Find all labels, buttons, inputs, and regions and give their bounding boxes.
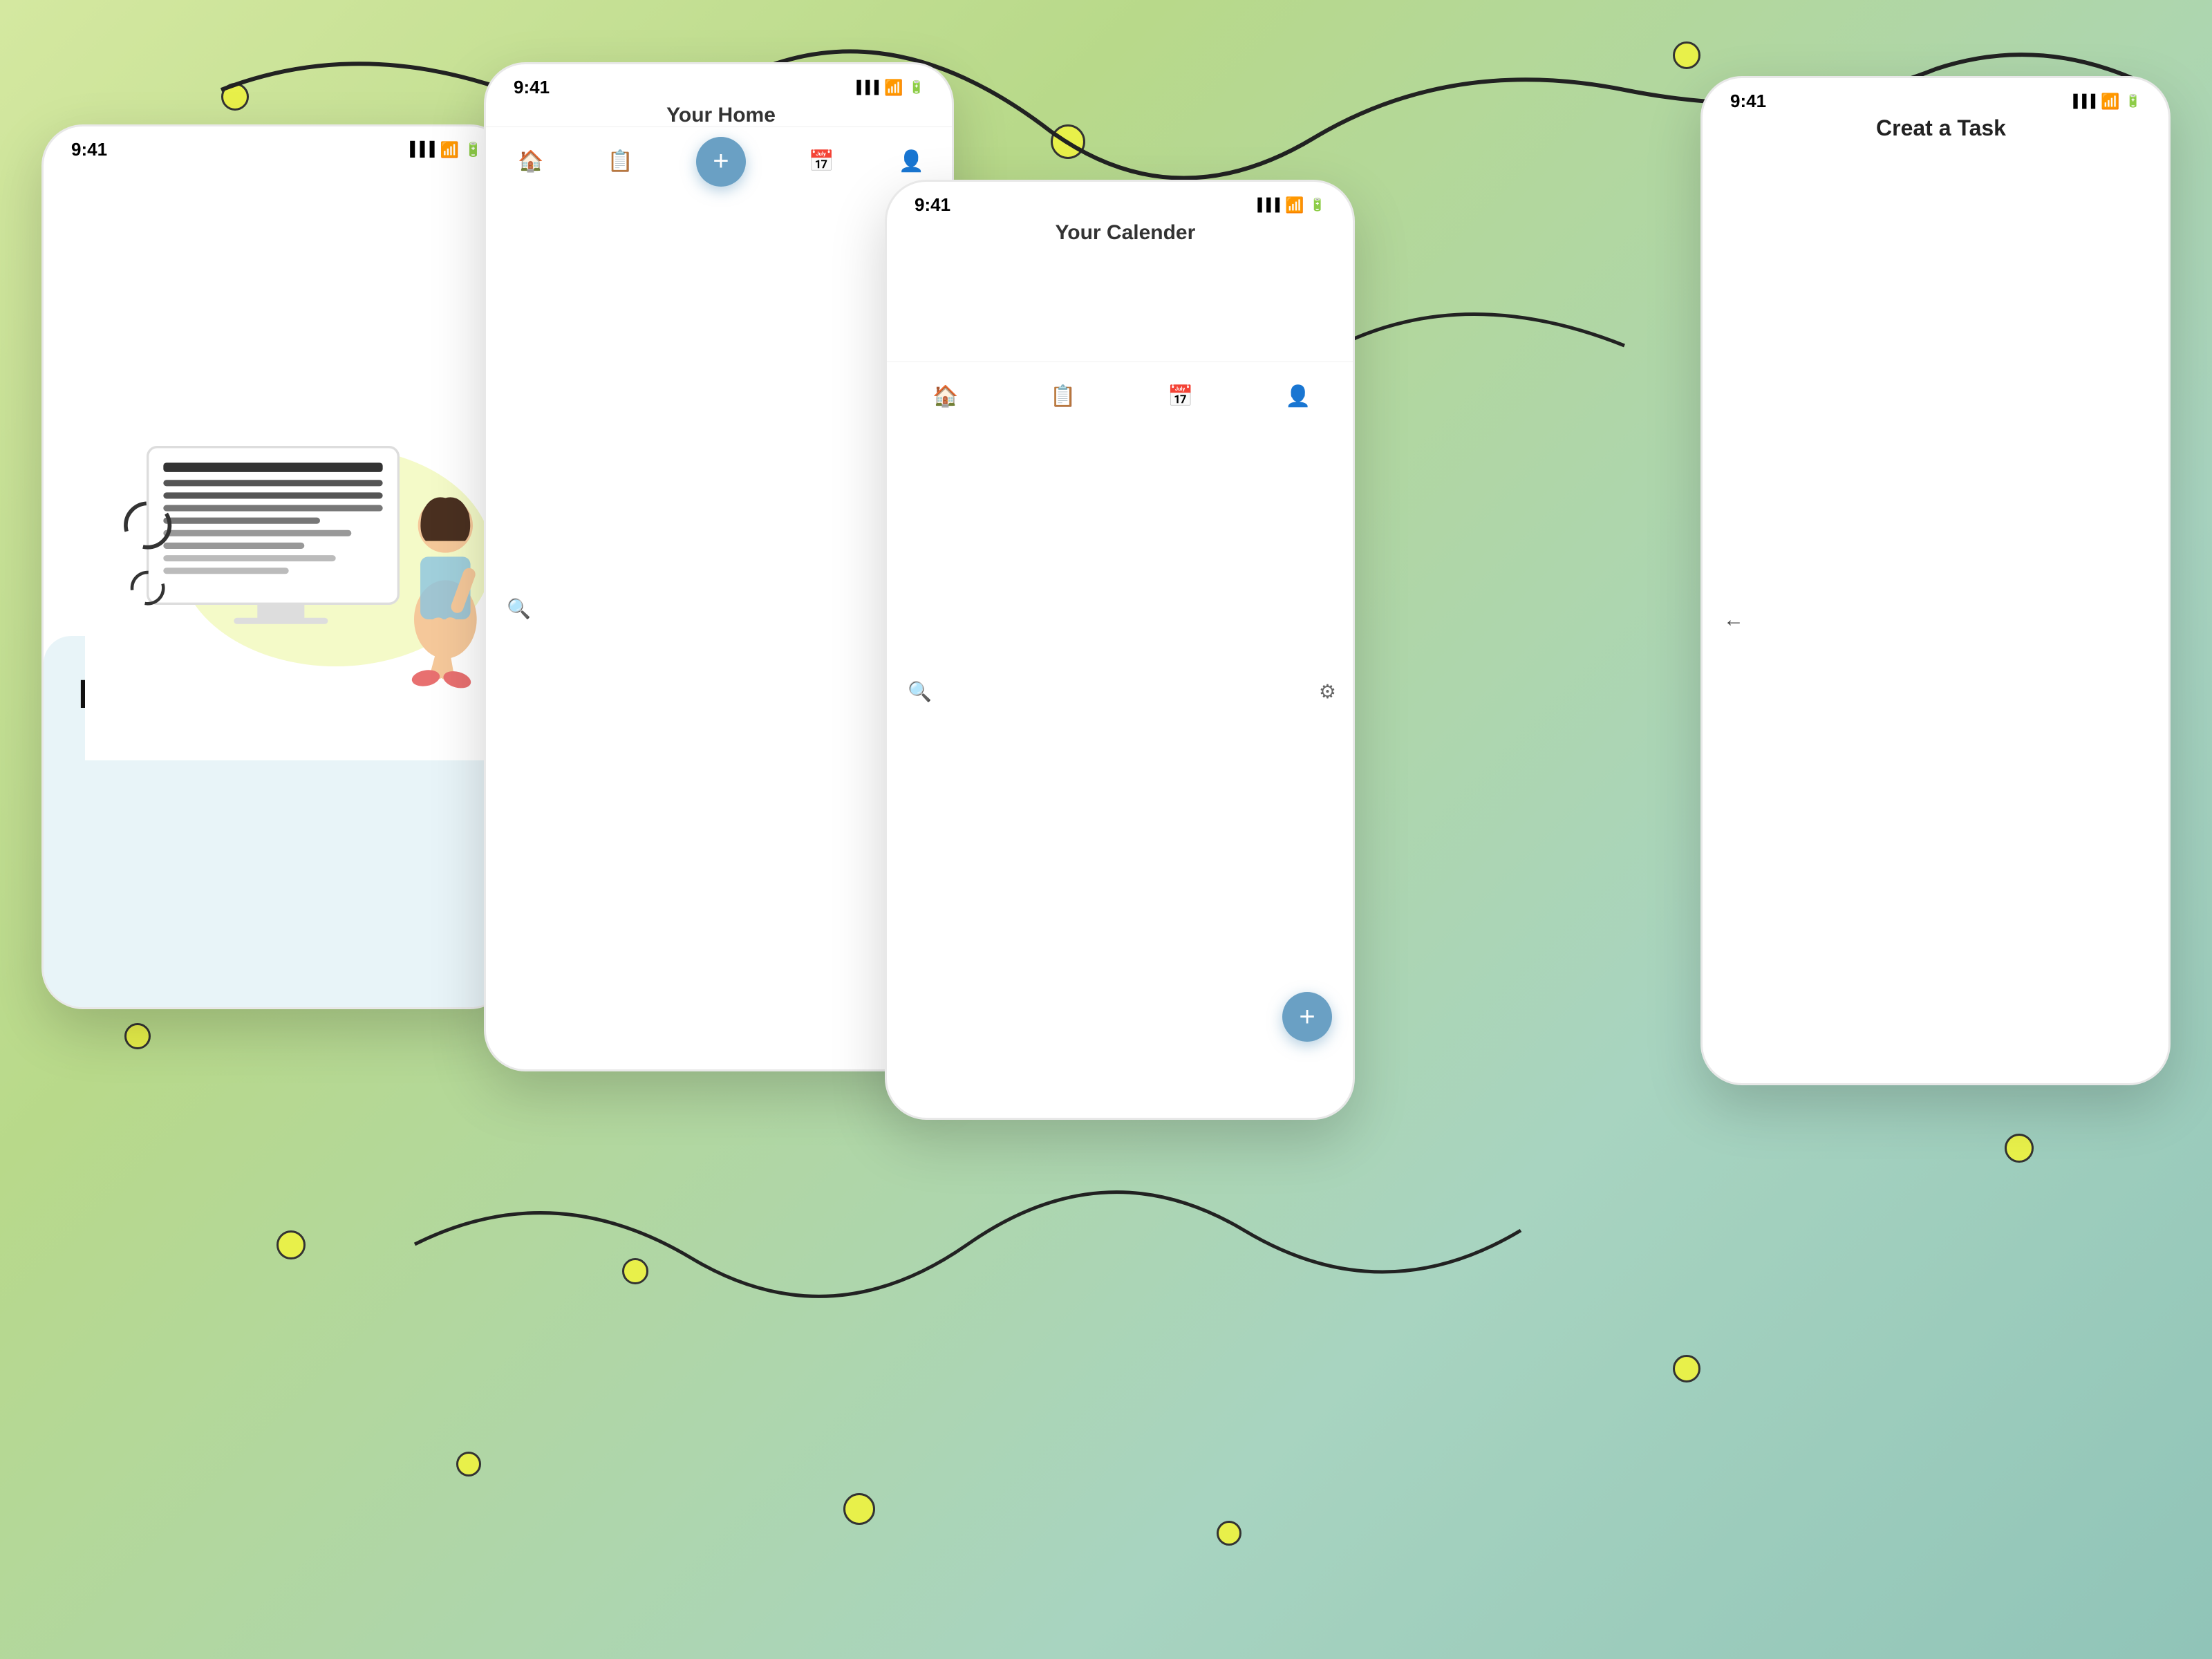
signal-icon-4: ▐▐▐ <box>2069 94 2095 109</box>
hero-area <box>85 290 509 760</box>
status-time-1: 9:41 <box>71 139 107 160</box>
calendar-title: Your Calender <box>932 221 1319 1118</box>
signal-icon-3: ▐▐▐ <box>1253 198 1280 212</box>
status-time-4: 9:41 <box>1730 91 1766 112</box>
status-bar-3: 9:41 ▐▐▐ 📶 🔋 <box>887 182 1353 221</box>
signal-icon-1: ▐▐▐ <box>405 142 435 158</box>
phone-create-task: 9:41 ▐▐▐ 📶 🔋 ← Creat a Task Name Design … <box>1700 76 2171 1085</box>
status-bar-4: 9:41 ▐▐▐ 📶 🔋 <box>1703 78 2168 118</box>
cal-nav-tasks[interactable]: 📋 <box>1049 383 1077 411</box>
filter-icon-cal[interactable]: ⚙ <box>1319 680 1336 703</box>
phone-home: 9:41 ▐▐▐ 📶 🔋 🔍 Your Home 🔔 Good Evening … <box>484 62 954 1071</box>
nav-calendar-icon[interactable]: 📅 <box>808 148 836 176</box>
search-icon-home[interactable]: 🔍 <box>507 597 531 620</box>
calendar-bottom-nav: 🏠 📋 📅 👤 <box>887 362 1353 431</box>
home-bottom-nav: 🏠 📋 + 📅 👤 <box>486 126 952 196</box>
wifi-icon-3: 📶 <box>1285 196 1304 214</box>
back-button[interactable]: ← <box>1723 608 1744 632</box>
battery-icon-1: 🔋 <box>465 141 482 158</box>
status-icons-2: ▐▐▐ 📶 🔋 <box>852 79 924 97</box>
battery-icon-3: 🔋 <box>1310 198 1325 212</box>
fab-add-button[interactable]: + <box>696 137 746 187</box>
cal-nav-home[interactable]: 🏠 <box>932 383 959 411</box>
phone-calendar: 9:41 ▐▐▐ 📶 🔋 🔍 Your Calender ⚙ 2023 Febr… <box>885 180 1355 1120</box>
fab-add-calendar[interactable]: + <box>1282 992 1332 1042</box>
nav-home-icon[interactable]: 🏠 <box>517 148 545 176</box>
home-title: Your Home <box>531 104 911 1069</box>
calendar-top-bar: 🔍 Your Calender ⚙ <box>887 221 1353 1118</box>
signal-icon-2: ▐▐▐ <box>852 80 879 95</box>
status-icons-1: ▐▐▐ 📶 🔋 <box>405 141 482 159</box>
create-task-header: ← Creat a Task <box>1703 118 2168 1083</box>
status-bar-2: 9:41 ▐▐▐ 📶 🔋 <box>486 64 952 104</box>
calendar-fab: + <box>1282 992 1332 1042</box>
status-bar-1: 9:41 ▐▐▐ 📶 🔋 <box>44 126 509 166</box>
hero-illustration <box>85 290 509 744</box>
battery-icon-2: 🔋 <box>909 80 924 95</box>
cal-nav-profile[interactable]: 👤 <box>1284 383 1312 411</box>
status-icons-4: ▐▐▐ 📶 🔋 <box>2069 93 2141 111</box>
home-top-bar: 🔍 Your Home 🔔 <box>486 104 952 1069</box>
wifi-icon-1: 📶 <box>440 141 459 159</box>
nav-profile-icon[interactable]: 👤 <box>897 148 925 176</box>
battery-icon-4: 🔋 <box>2126 94 2141 109</box>
wifi-icon-2: 📶 <box>884 79 903 97</box>
cal-nav-calendar[interactable]: 📅 <box>1167 383 1194 411</box>
nav-tasks-icon[interactable]: 📋 <box>606 148 634 176</box>
status-time-2: 9:41 <box>514 77 550 98</box>
search-icon-cal[interactable]: 🔍 <box>908 680 932 703</box>
wifi-icon-4: 📶 <box>2101 93 2119 111</box>
phone-splash: 9:41 ▐▐▐ 📶 🔋 <box>41 124 512 1009</box>
create-task-title: Creat a Task <box>1758 115 2124 1083</box>
status-time-3: 9:41 <box>915 194 950 216</box>
status-icons-3: ▐▐▐ 📶 🔋 <box>1253 196 1325 214</box>
